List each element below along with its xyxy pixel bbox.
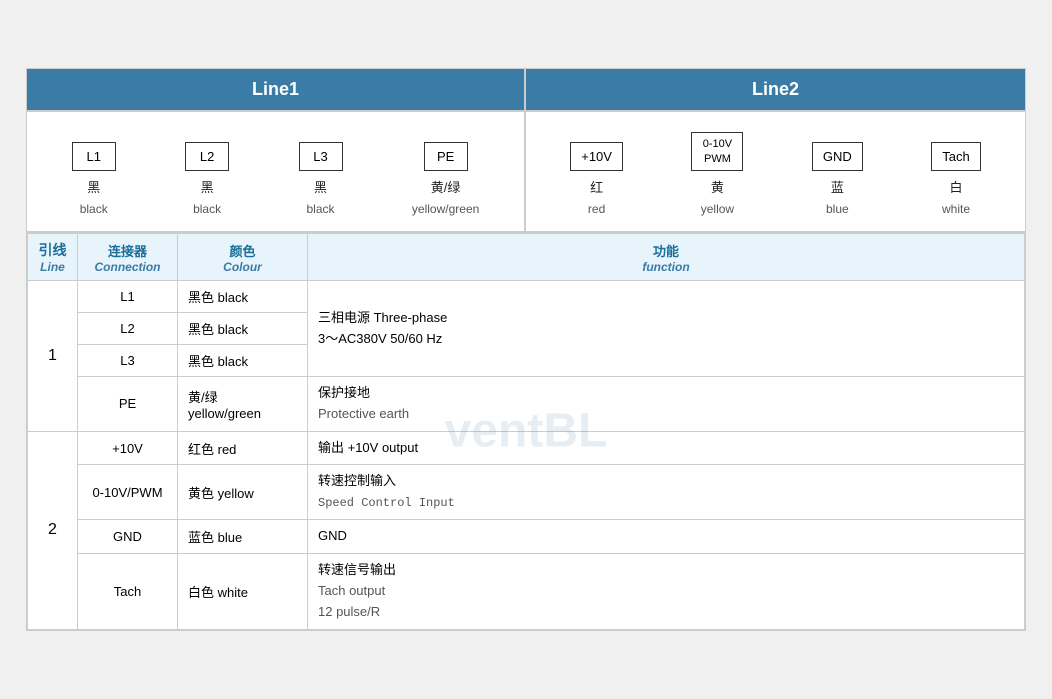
color-cell-GND: 蓝色 blue <box>178 520 308 554</box>
conn-cell-GND: GND <box>78 520 178 554</box>
connector-box-10V: +10V <box>570 142 623 171</box>
main-container: Line1 Line2 L1 黑 black L2 黑 black L3 黑 b… <box>26 68 1026 630</box>
line2-diagram: +10V 红 red 0-10VPWM 黄 yellow GND 蓝 blue … <box>526 112 1025 231</box>
connector-box-GND: GND <box>812 142 863 171</box>
table-wrapper: ventBL 引线 Line 连接器 Connection 颜色 Colour <box>27 233 1025 630</box>
table-row: 1 L1 黑色 black 三相电源 Three-phase 3～AC380V … <box>28 281 1025 313</box>
header-row: Line1 Line2 <box>27 69 1025 112</box>
connector-10V: +10V 红 red <box>570 142 623 216</box>
func-cell-10V: 输出 +10V output <box>308 431 1025 465</box>
main-table: 引线 Line 连接器 Connection 颜色 Colour 功能 func… <box>27 233 1025 630</box>
th-function: 功能 function <box>308 234 1025 281</box>
th-connection: 连接器 Connection <box>78 234 178 281</box>
color-cell-L1: 黑色 black <box>178 281 308 313</box>
conn-cell-Tach: Tach <box>78 554 178 629</box>
table-header-row: 引线 Line 连接器 Connection 颜色 Colour 功能 func… <box>28 234 1025 281</box>
connector-box-L1: L1 <box>72 142 116 171</box>
conn-cell-0-10V-PWM: 0-10V/PWM <box>78 465 178 520</box>
func-cell-Tach: 转速信号输出 Tach output 12 pulse/R <box>308 554 1025 629</box>
table-row: PE 黄/绿 yellow/green 保护接地 Protective eart… <box>28 377 1025 432</box>
table-row: GND 蓝色 blue GND <box>28 520 1025 554</box>
line1-title: Line1 <box>252 79 299 99</box>
header-line1: Line1 <box>27 69 526 110</box>
func-cell-line1-main: 三相电源 Three-phase 3～AC380V 50/60 Hz <box>308 281 1025 377</box>
conn-cell-L3: L3 <box>78 345 178 377</box>
connector-L3: L3 黑 black <box>299 142 343 216</box>
connector-L1: L1 黑 black <box>72 142 116 216</box>
table-row: 2 +10V 红色 red 输出 +10V output <box>28 431 1025 465</box>
table-row: 0-10V/PWM 黄色 yellow 转速控制输入 Speed Control… <box>28 465 1025 520</box>
connector-box-Tach: Tach <box>931 142 980 171</box>
color-cell-Tach: 白色 white <box>178 554 308 629</box>
connector-box-L3: L3 <box>299 142 343 171</box>
color-cell-L2: 黑色 black <box>178 313 308 345</box>
connector-Tach: Tach 白 white <box>931 142 980 216</box>
header-line2: Line2 <box>526 69 1025 110</box>
diagram-row: L1 黑 black L2 黑 black L3 黑 black PE 黄/绿 … <box>27 112 1025 233</box>
conn-cell-PE: PE <box>78 377 178 432</box>
th-colour: 颜色 Colour <box>178 234 308 281</box>
connector-box-L2: L2 <box>185 142 229 171</box>
connector-L2: L2 黑 black <box>185 142 229 216</box>
connector-box-PWM: 0-10VPWM <box>691 132 743 171</box>
func-cell-0-10V-PWM: 转速控制输入 Speed Control Input <box>308 465 1025 520</box>
conn-cell-10V: +10V <box>78 431 178 465</box>
conn-cell-L2: L2 <box>78 313 178 345</box>
conn-cell-L1: L1 <box>78 281 178 313</box>
table-row: Tach 白色 white 转速信号输出 Tach output 12 puls… <box>28 554 1025 629</box>
line1-diagram: L1 黑 black L2 黑 black L3 黑 black PE 黄/绿 … <box>27 112 526 231</box>
connector-PE: PE 黄/绿 yellow/green <box>412 142 479 216</box>
connector-GND: GND 蓝 blue <box>812 142 863 216</box>
color-cell-PE: 黄/绿 yellow/green <box>178 377 308 432</box>
func-cell-PE: 保护接地 Protective earth <box>308 377 1025 432</box>
connector-box-PE: PE <box>424 142 468 171</box>
line-num-1: 1 <box>28 281 78 432</box>
connector-PWM: 0-10VPWM 黄 yellow <box>691 132 743 216</box>
color-cell-10V: 红色 red <box>178 431 308 465</box>
line2-title: Line2 <box>752 79 799 99</box>
th-line: 引线 Line <box>28 234 78 281</box>
color-cell-0-10V-PWM: 黄色 yellow <box>178 465 308 520</box>
line-num-2: 2 <box>28 431 78 629</box>
func-cell-GND: GND <box>308 520 1025 554</box>
color-cell-L3: 黑色 black <box>178 345 308 377</box>
